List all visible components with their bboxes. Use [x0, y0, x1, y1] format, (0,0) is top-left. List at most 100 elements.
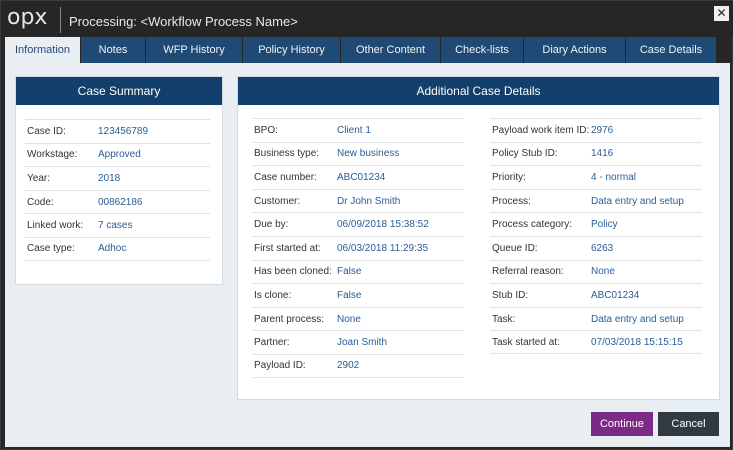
detail-label: Linked work:: [27, 220, 84, 232]
detail-row: Case number: ABC01234: [252, 165, 464, 189]
detail-label: BPO:: [254, 124, 278, 136]
detail-value: 07/03/2018 15:15:15: [591, 336, 683, 348]
detail-label: Process category:: [492, 219, 573, 231]
detail-label: Workstage:: [27, 149, 78, 161]
tab-information[interactable]: Information: [5, 37, 80, 64]
detail-row: Year: 2018: [25, 166, 210, 190]
detail-value: False: [337, 289, 362, 301]
detail-row: Partner: Joan Smith: [252, 330, 464, 354]
opx-logo: opx: [7, 5, 48, 30]
cancel-button[interactable]: Cancel: [658, 412, 719, 436]
detail-label: Code:: [27, 196, 54, 208]
detail-label: Customer:: [254, 195, 301, 207]
detail-value: Policy: [591, 219, 618, 231]
detail-row: Payload ID: 2902: [252, 354, 464, 378]
detail-value: 4 - normal: [591, 171, 637, 183]
detail-row: Workstage: Approved: [25, 142, 210, 167]
tab-bar: Information Notes WFP History Policy His…: [5, 37, 717, 64]
detail-label: Task:: [492, 313, 516, 325]
logo-separator: [60, 7, 61, 33]
detail-value: New business: [337, 148, 400, 160]
additional-details-title: Additional Case Details: [238, 77, 719, 105]
detail-value: 2902: [337, 360, 360, 372]
detail-value: Joan Smith: [337, 337, 388, 349]
tab-notes[interactable]: Notes: [81, 37, 145, 63]
detail-row: Customer: Dr John Smith: [252, 188, 464, 213]
detail-label: Policy Stub ID:: [492, 148, 558, 160]
detail-label: Payload work item ID:: [492, 124, 590, 136]
detail-row: Case type: Adhoc: [25, 237, 210, 261]
detail-row: Process category: Policy: [490, 212, 702, 236]
tab-wfp-history[interactable]: WFP History: [146, 37, 242, 63]
detail-value: 00862186: [98, 196, 143, 208]
detail-row: Priority: 4 - normal: [490, 165, 702, 189]
detail-value: Data entry and setup: [591, 195, 684, 207]
detail-label: Case type:: [27, 243, 75, 255]
tab-check-lists[interactable]: Check-lists: [441, 37, 523, 63]
close-icon[interactable]: ✕: [714, 6, 729, 21]
detail-row: Is clone: False: [252, 283, 464, 307]
detail-row: Linked work: 7 cases: [25, 213, 210, 237]
detail-label: Is clone:: [254, 289, 292, 301]
detail-row: Payload work item ID: 2976: [490, 118, 702, 142]
detail-label: Business type:: [254, 148, 320, 160]
detail-label: Parent process:: [254, 313, 325, 325]
detail-value: Approved: [98, 149, 141, 161]
tab-policy-history[interactable]: Policy History: [243, 37, 340, 63]
detail-label: Due by:: [254, 219, 289, 231]
detail-value: None: [337, 313, 361, 325]
detail-value: Client 1: [337, 124, 371, 136]
detail-value: 06/03/2018 11:29:35: [337, 242, 429, 254]
detail-row: Task: Data entry and setup: [490, 306, 702, 331]
detail-value: False: [337, 266, 362, 278]
detail-label: Has been cloned:: [254, 266, 332, 278]
detail-row: Code: 00862186: [25, 189, 210, 214]
tab-diary-actions[interactable]: Diary Actions: [524, 37, 625, 63]
detail-row: Business type: New business: [252, 141, 464, 166]
detail-row: Queue ID: 6263: [490, 236, 702, 260]
tab-case-details[interactable]: Case Details: [626, 37, 716, 63]
detail-label: Stub ID:: [492, 289, 529, 301]
detail-value: 6263: [591, 242, 614, 254]
detail-row: Parent process: None: [252, 306, 464, 331]
processing-dialog: opx Processing: <Workflow Process Name> …: [0, 0, 733, 450]
detail-value: Dr John Smith: [337, 195, 401, 207]
detail-value: None: [591, 266, 615, 278]
detail-value: Data entry and setup: [591, 313, 684, 325]
detail-value: 2018: [98, 172, 121, 184]
detail-value: 1416: [591, 148, 614, 160]
detail-value: Adhoc: [98, 243, 127, 255]
detail-value: ABC01234: [337, 171, 386, 183]
detail-value: 123456789: [98, 125, 149, 137]
detail-row: Policy Stub ID: 1416: [490, 141, 702, 166]
detail-row: Due by: 06/09/2018 15:38:52: [252, 212, 464, 236]
detail-label: Case ID:: [27, 125, 66, 137]
detail-row: BPO: Client 1: [252, 118, 464, 142]
detail-row: Task started at: 07/03/2018 15:15:15: [490, 330, 702, 354]
detail-label: Task started at:: [492, 336, 560, 348]
detail-row: Process: Data entry and setup: [490, 188, 702, 213]
detail-row: Has been cloned: False: [252, 259, 464, 284]
detail-label: Referral reason:: [492, 266, 564, 278]
dialog-title: Processing: <Workflow Process Name>: [69, 14, 298, 29]
detail-row: First started at: 06/03/2018 11:29:35: [252, 236, 464, 260]
detail-label: Partner:: [254, 337, 290, 349]
detail-label: Priority:: [492, 171, 526, 183]
title-bar: opx Processing: <Workflow Process Name> …: [1, 1, 733, 37]
detail-row: Referral reason: None: [490, 259, 702, 284]
detail-value: 2976: [591, 124, 614, 136]
case-summary-title: Case Summary: [16, 77, 222, 105]
detail-row: Stub ID: ABC01234: [490, 283, 702, 307]
continue-button[interactable]: Continue: [591, 412, 653, 436]
detail-label: Queue ID:: [492, 242, 538, 254]
detail-label: Year:: [27, 172, 50, 184]
detail-label: Process:: [492, 195, 531, 207]
tab-other-content[interactable]: Other Content: [341, 37, 440, 63]
detail-value: 7 cases: [98, 220, 133, 232]
detail-value: ABC01234: [591, 289, 640, 301]
detail-label: First started at:: [254, 242, 321, 254]
detail-value: 06/09/2018 15:38:52: [337, 219, 429, 231]
detail-label: Case number:: [254, 171, 317, 183]
detail-row: Case ID: 123456789: [25, 119, 210, 143]
detail-label: Payload ID:: [254, 360, 306, 372]
